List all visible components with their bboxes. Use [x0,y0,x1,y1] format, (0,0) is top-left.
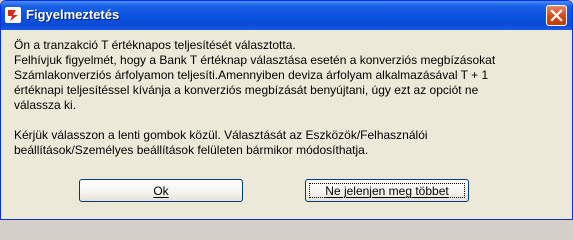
dont-show-again-label: Ne jelenjen meg többet [325,183,449,198]
dialog-body: Ön a tranzakció T értéknapos teljesítésé… [4,30,569,216]
message-line: beállítások/Személyes beállítások felüle… [14,143,369,157]
message-text: Ön a tranzakció T értéknapos teljesítésé… [14,38,559,158]
close-icon [550,9,563,22]
message-line: Kérjük válasszon a lenti gombok közül. V… [14,128,428,142]
title-bar[interactable]: Figyelmeztetés [1,1,572,30]
message-line: Felhívjuk figyelmét, hogy a Bank T érték… [14,53,496,67]
message-spacer [14,113,559,128]
dont-show-again-button[interactable]: Ne jelenjen meg többet [305,179,469,202]
message-line: Számlakonverziós árfolyamon teljesíti.Am… [14,68,489,82]
app-icon [5,7,21,23]
message-line: válassza ki. [14,98,77,112]
close-button[interactable] [546,5,567,26]
window-title: Figyelmeztetés [26,7,120,22]
ok-button[interactable]: Ok [79,179,243,202]
dialog-window: Figyelmeztetés Ön a tranzakció T értékna… [0,0,573,220]
message-line: értéknapi teljesítéssel kívánja a konver… [14,83,479,97]
message-line: Ön a tranzakció T értéknapos teljesítésé… [14,38,296,52]
ok-button-label: Ok [153,183,169,198]
